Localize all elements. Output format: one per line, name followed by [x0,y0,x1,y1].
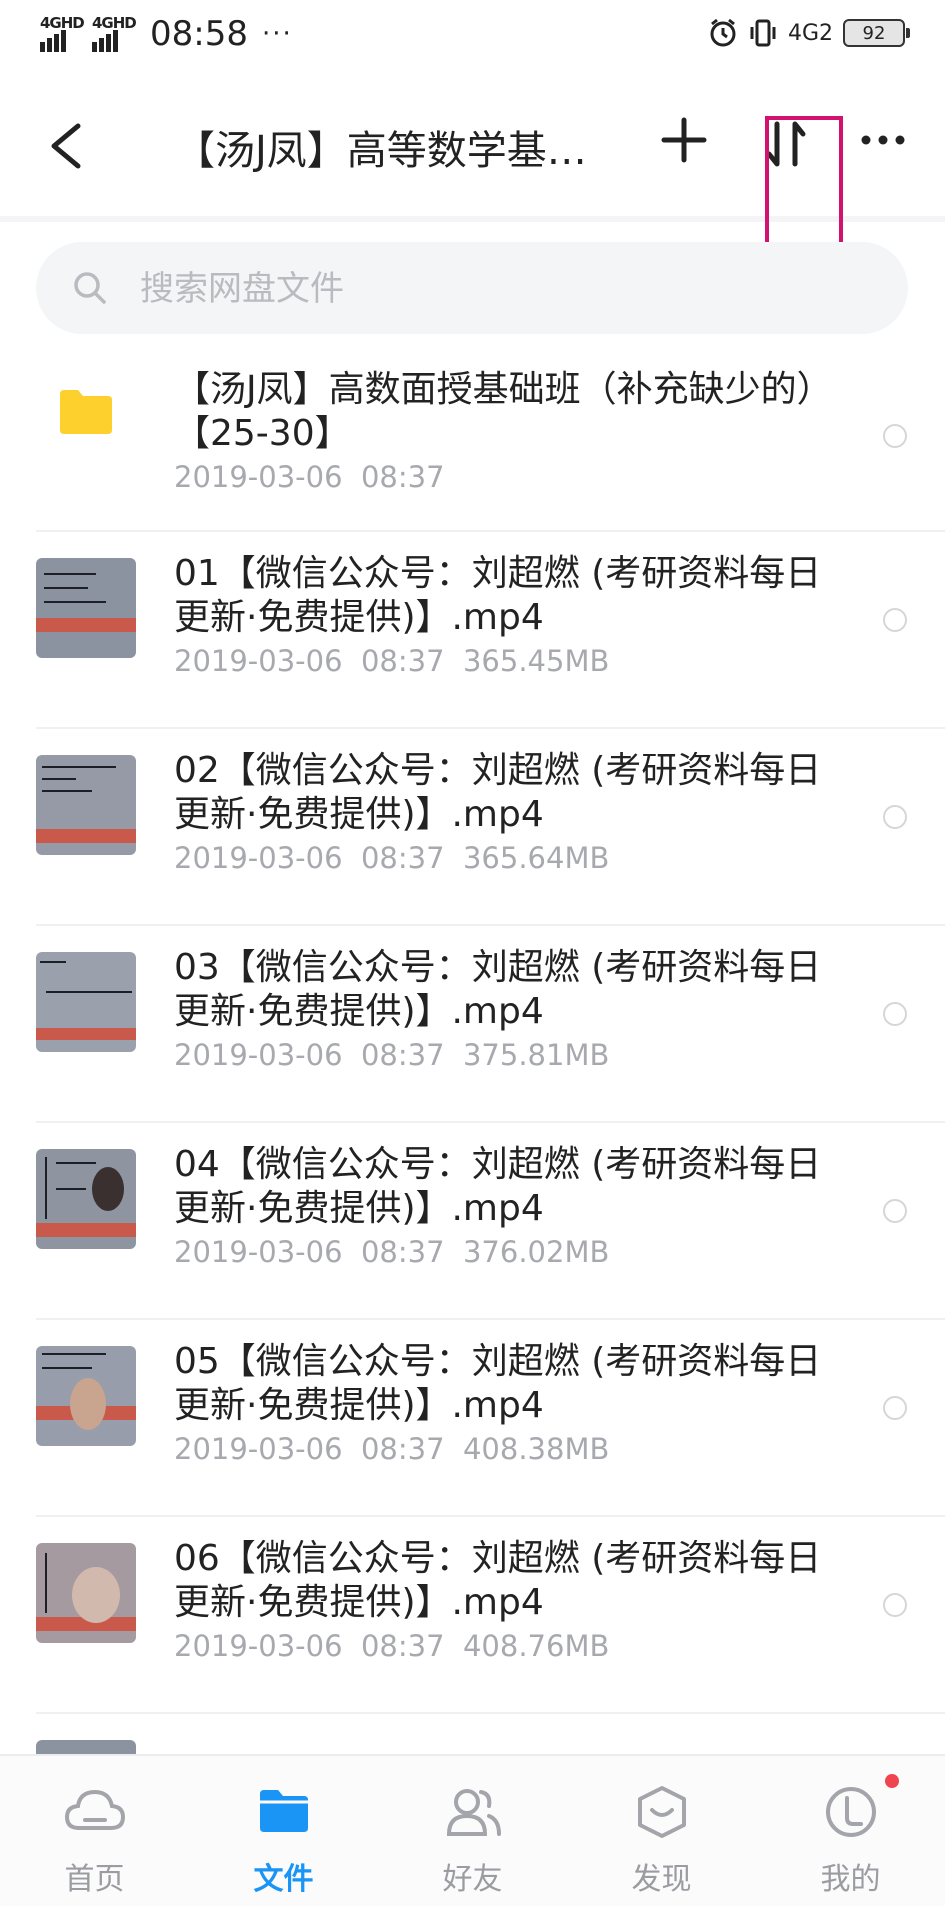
tab-label: 首页 [64,1862,125,1897]
file-row[interactable]: 01【微信公众号：刘超燃 (考研资料每日更新·免费提供)】.mp4 2019-0… [0,532,945,729]
profile-icon [825,1787,876,1837]
file-name: 【汤J凤】高数面授基础班（补充缺少的）【25-30】 [174,369,833,454]
tab-profile[interactable]: 我的 [756,1756,945,1906]
more-button[interactable] [860,132,906,146]
file-list: 【汤J凤】高数面授基础班（补充缺少的）【25-30】 2019-03-06 08… [0,348,945,1754]
clock: 08:58 [150,14,248,54]
file-size: 408.38MB [462,1432,610,1466]
file-row[interactable]: 02【微信公众号：刘超燃 (考研资料每日更新·免费提供)】.mp4 2019-0… [0,729,945,926]
file-size: 375.81MB [462,1038,610,1072]
folder-icon [60,390,112,434]
file-name: 05【微信公众号：刘超燃 (考研资料每日更新·免费提供)】.mp4 [174,1341,822,1426]
file-date: 2019-03-06 08:37 [174,644,445,678]
search-icon [74,272,106,304]
signal-label: 4GHD [40,14,85,32]
file-row-partial[interactable] [0,1714,945,1754]
file-date: 2019-03-06 08:37 [174,1432,445,1466]
signal-label: 4GHD [92,14,137,32]
file-name: 02【微信公众号：刘超燃 (考研资料每日更新·免费提供)】.mp4 [174,750,822,835]
network-label: 4G2 [787,20,833,46]
notification-dots: ··· [261,19,293,49]
select-radio[interactable] [883,608,907,632]
file-row[interactable]: 05【微信公众号：刘超燃 (考研资料每日更新·免费提供)】.mp4 2019-0… [0,1320,945,1517]
more-icon [861,135,905,145]
file-row-folder[interactable]: 【汤J凤】高数面授基础班（补充缺少的）【25-30】 2019-03-06 08… [0,348,945,532]
chevron-left-icon [51,123,81,169]
file-meta: 2019-03-06 08:37 375.81MB [174,1038,609,1072]
file-size: 365.64MB [462,841,610,875]
file-name: 01【微信公众号：刘超燃 (考研资料每日更新·免费提供)】.mp4 [174,553,822,638]
video-thumbnail [36,1346,136,1446]
alarm-icon [710,18,736,47]
cloud-icon [64,1789,125,1830]
file-row[interactable]: 06【微信公众号：刘超燃 (考研资料每日更新·免费提供)】.mp4 2019-0… [0,1517,945,1714]
video-thumbnail [36,755,136,855]
signal-icon: 4GHD [92,14,137,52]
status-bar: 4GHD 4GHD 08:58 ··· 4G2 92 [0,0,945,76]
top-nav-bar: 【汤J凤】高等数学基… [0,76,945,290]
file-meta: 2019-03-06 08:37 408.76MB [174,1629,609,1663]
video-thumbnail [36,1740,136,1754]
tab-label: 好友 [442,1862,503,1897]
file-meta: 2019-03-06 08:37 365.45MB [174,644,609,678]
select-radio[interactable] [883,1199,907,1223]
friends-icon [446,1789,501,1836]
video-thumbnail [36,952,136,1052]
file-size: 376.02MB [462,1235,610,1269]
battery-icon: 92 [843,19,910,47]
file-name: 03【微信公众号：刘超燃 (考研资料每日更新·免费提供)】.mp4 [174,947,822,1032]
bottom-tab-bar: 首页 文件 好友 发现 我的 [0,1754,945,1906]
page-title: 【汤J凤】高等数学基… [175,128,587,174]
signal-icon: 4GHD [40,14,85,52]
file-row[interactable]: 04【微信公众号：刘超燃 (考研资料每日更新·免费提供)】.mp4 2019-0… [0,1123,945,1320]
file-meta: 2019-03-06 08:37 408.38MB [174,1432,609,1466]
file-size: 408.76MB [462,1629,610,1663]
file-size: 365.45MB [462,644,610,678]
search-input[interactable] [138,258,842,320]
video-thumbnail [36,558,136,658]
notification-badge [885,1774,899,1788]
file-name: 06【微信公众号：刘超燃 (考研资料每日更新·免费提供)】.mp4 [174,1538,822,1623]
battery-level: 92 [862,22,886,44]
select-radio[interactable] [883,1593,907,1617]
sort-icon [766,121,806,167]
tab-label: 我的 [820,1862,881,1897]
video-thumbnail [36,1149,136,1249]
select-radio[interactable] [883,424,907,448]
file-date: 2019-03-06 08:37 [174,460,445,494]
add-button[interactable] [660,116,708,164]
tab-label: 发现 [631,1862,692,1897]
file-name: 04【微信公众号：刘超燃 (考研资料每日更新·免费提供)】.mp4 [174,1144,822,1229]
sort-button[interactable] [762,116,810,172]
file-meta: 2019-03-06 08:37 365.64MB [174,841,609,875]
tab-files[interactable]: 文件 [189,1756,378,1906]
video-thumbnail [36,1543,136,1643]
select-radio[interactable] [883,805,907,829]
back-button[interactable] [40,114,100,178]
file-date: 2019-03-06 08:37 [174,1235,445,1269]
file-date: 2019-03-06 08:37 [174,841,445,875]
file-meta: 2019-03-06 08:37 376.02MB [174,1235,609,1269]
plus-icon [661,117,707,163]
search-bar[interactable] [36,242,908,334]
file-date: 2019-03-06 08:37 [174,1629,445,1663]
vibrate-icon [750,19,776,47]
select-radio[interactable] [883,1396,907,1420]
file-date: 2019-03-06 08:37 [174,1038,445,1072]
file-row[interactable]: 03【微信公众号：刘超燃 (考研资料每日更新·免费提供)】.mp4 2019-0… [0,926,945,1123]
select-radio[interactable] [883,1002,907,1026]
tab-friends[interactable]: 好友 [378,1756,567,1906]
tab-label: 文件 [253,1862,314,1897]
tab-discover[interactable]: 发现 [567,1756,756,1906]
tab-home[interactable]: 首页 [0,1756,189,1906]
folder-icon [259,1790,308,1832]
discover-icon [637,1786,686,1838]
